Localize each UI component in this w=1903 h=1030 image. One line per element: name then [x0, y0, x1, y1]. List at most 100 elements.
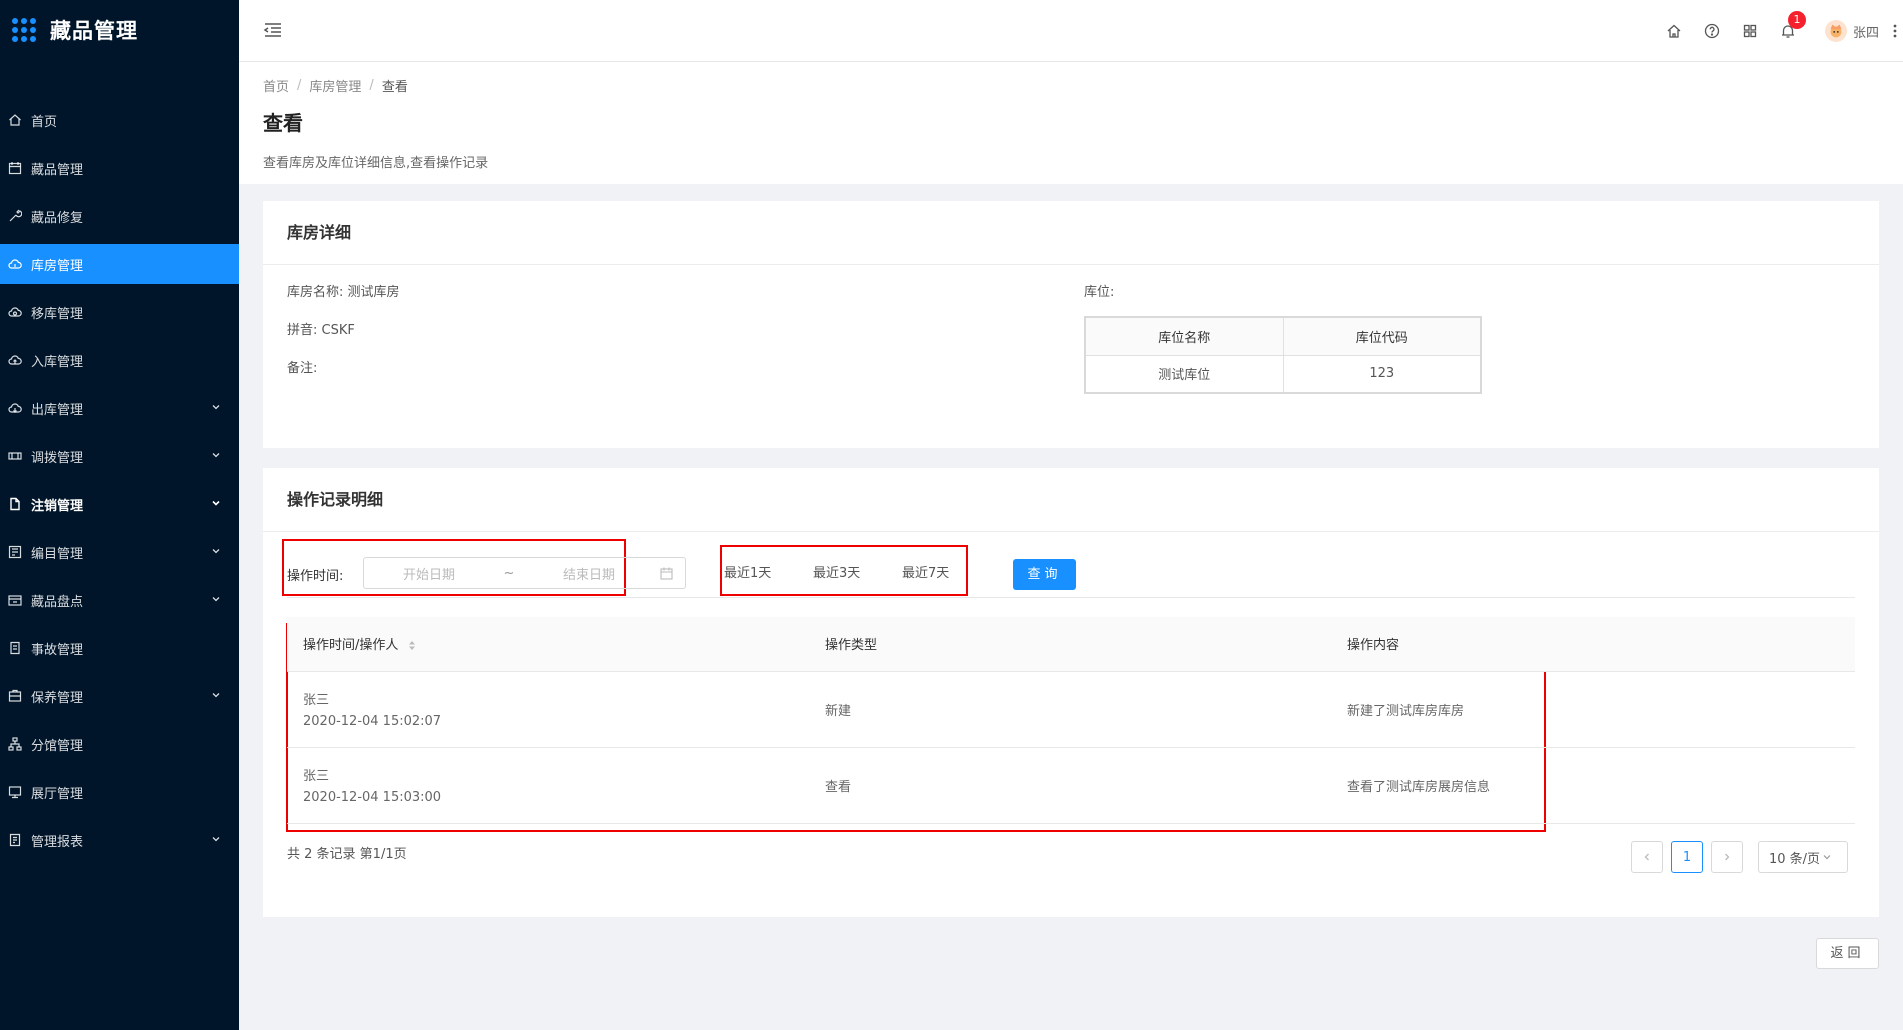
- filter-label: 操作时间:: [287, 569, 344, 584]
- breadcrumb-separator: /: [297, 78, 302, 93]
- sort-icon[interactable]: [408, 640, 416, 651]
- sidebar-item-inventory[interactable]: 藏品盘点: [0, 580, 239, 620]
- app-title: 藏品管理: [50, 19, 138, 43]
- more-vertical-icon[interactable]: [1893, 23, 1897, 39]
- field-label: 库房名称:: [287, 285, 344, 300]
- table-row: 张三 2020-12-04 15:02:07 新建 新建了测试库房库房: [287, 671, 1855, 748]
- warehouse-name-row: 库房名称: 测试库房: [287, 281, 400, 319]
- sidebar-item-inbound[interactable]: 入库管理: [0, 340, 239, 380]
- sidebar-item-label: 编目管理: [31, 546, 84, 562]
- chevron-right-icon: [1725, 853, 1730, 861]
- sidebar-item-outbound[interactable]: 出库管理: [0, 388, 239, 428]
- bell-icon[interactable]: 1: [1780, 11, 1806, 39]
- calendar-icon: [8, 161, 22, 175]
- sidebar-item-cancel[interactable]: 注销管理: [0, 484, 239, 524]
- date-range-picker[interactable]: 开始日期 ~ 结束日期: [363, 557, 686, 589]
- range-separator: ~: [503, 565, 515, 581]
- apps-icon[interactable]: [1742, 23, 1758, 39]
- header-actions: 1 张四: [1655, 0, 1903, 62]
- sidebar-item-maintenance[interactable]: 保养管理: [0, 676, 239, 716]
- prev-page-button[interactable]: [1631, 841, 1663, 873]
- sidebar-item-report[interactable]: 管理报表: [0, 820, 239, 860]
- chevron-down-icon: [212, 405, 220, 410]
- location-label: 库位:: [1084, 285, 1115, 300]
- cloud-download-icon: [8, 401, 22, 415]
- page-1-button[interactable]: 1: [1671, 841, 1703, 873]
- table-row: 张三 2020-12-04 15:03:00 查看 查看了测试库房展房信息: [287, 747, 1855, 824]
- operator-name: 张三: [303, 769, 330, 784]
- notification-badge: 1: [1787, 11, 1806, 29]
- column-header-time[interactable]: 操作时间/操作人: [287, 617, 809, 672]
- sidebar: 藏品管理 首页 藏品管理 藏品修复 库房管理 移库管理 入库管理 出库管理 调拨…: [0, 0, 239, 1030]
- sidebar-item-label: 管理报表: [31, 834, 84, 850]
- end-date-input[interactable]: 结束日期: [524, 564, 654, 583]
- field-label: 备注:: [287, 361, 318, 376]
- report-icon: [8, 833, 22, 847]
- sidebar-item-label: 库房管理: [31, 258, 84, 274]
- warehouse-detail-card: 库房详细 库房名称: 测试库房 拼音: CSKF 备注: 库位: 库位名称 库位…: [263, 201, 1879, 448]
- sidebar-item-label: 调拨管理: [31, 450, 84, 466]
- sidebar-item-branch[interactable]: 分馆管理: [0, 724, 239, 764]
- accident-icon: [8, 641, 22, 655]
- chevron-down-icon: [212, 597, 220, 602]
- location-info: 库位: 库位名称 库位代码 测试库位 123: [1084, 281, 1482, 394]
- pagination-total: 共 2 条记录 第1/1页: [287, 847, 407, 862]
- sidebar-item-catalog[interactable]: 编目管理: [0, 532, 239, 572]
- help-icon[interactable]: [1704, 23, 1720, 39]
- page-size-select[interactable]: 10 条/页: [1758, 841, 1848, 873]
- back-button[interactable]: 返回: [1816, 938, 1879, 969]
- sidebar-item-label: 移库管理: [31, 306, 84, 322]
- chevron-down-icon: [212, 500, 220, 506]
- operation-records-card: 操作记录明细 操作时间: 开始日期 ~ 结束日期 最近1天 最近3天 最近7天 …: [263, 468, 1879, 917]
- sidebar-item-collection[interactable]: 藏品管理: [0, 148, 239, 188]
- sidebar-item-accident[interactable]: 事故管理: [0, 628, 239, 668]
- maintenance-icon: [8, 689, 22, 703]
- operation-content-cell: 查看了测试库房展房信息: [1331, 747, 1855, 824]
- chevron-down-icon: [212, 453, 220, 458]
- sidebar-item-home[interactable]: 首页: [0, 100, 239, 140]
- sidebar-item-hall[interactable]: 展厅管理: [0, 772, 239, 812]
- sidebar-item-move[interactable]: 移库管理: [0, 292, 239, 332]
- start-date-input[interactable]: 开始日期: [364, 564, 494, 583]
- quick-range-7-days[interactable]: 最近7天: [902, 562, 949, 581]
- warehouse-info: 库房名称: 测试库房 拼音: CSKF 备注:: [287, 281, 400, 395]
- breadcrumb-separator: /: [369, 78, 374, 93]
- operation-content-cell: 新建了测试库房库房: [1331, 671, 1855, 748]
- location-name-cell: 测试库位: [1084, 354, 1284, 394]
- avatar[interactable]: [1824, 20, 1847, 42]
- sidebar-item-warehouse[interactable]: 库房管理: [0, 244, 239, 284]
- query-button[interactable]: 查询: [1013, 559, 1076, 590]
- location-code-cell: 123: [1282, 354, 1482, 394]
- location-table: 库位名称 库位代码 测试库位 123: [1084, 316, 1482, 394]
- field-label: 拼音:: [287, 323, 318, 338]
- quick-range-1-day[interactable]: 最近1天: [724, 562, 771, 581]
- next-page-button[interactable]: [1711, 841, 1743, 873]
- home-icon[interactable]: [1666, 23, 1682, 39]
- chevron-down-icon: [212, 549, 220, 554]
- file-icon: [8, 497, 22, 511]
- app-logo[interactable]: 藏品管理: [0, 0, 239, 60]
- breadcrumb-current: 查看: [381, 80, 408, 95]
- page-title: 查看: [263, 111, 303, 135]
- sidebar-item-transfer[interactable]: 调拨管理: [0, 436, 239, 476]
- sidebar-item-label: 出库管理: [31, 402, 84, 418]
- sidebar-item-label: 入库管理: [31, 354, 84, 370]
- warehouse-name: 测试库房: [347, 285, 400, 300]
- breadcrumb-warehouse[interactable]: 库房管理: [309, 76, 361, 95]
- calendar-icon: [660, 567, 673, 580]
- username[interactable]: 张四: [1853, 22, 1879, 41]
- sidebar-item-label: 藏品修复: [31, 210, 84, 226]
- menu-fold-icon[interactable]: [263, 20, 283, 40]
- sidebar-menu: 首页 藏品管理 藏品修复 库房管理 移库管理 入库管理 出库管理 调拨管理 注销…: [0, 100, 239, 860]
- quick-range-3-days[interactable]: 最近3天: [813, 562, 860, 581]
- wrench-icon: [8, 209, 22, 223]
- breadcrumb-home[interactable]: 首页: [263, 76, 289, 95]
- sidebar-item-repair[interactable]: 藏品修复: [0, 196, 239, 236]
- apps-grid-icon: [12, 18, 36, 42]
- breadcrumb: 首页 / 库房管理 / 查看: [263, 76, 1879, 95]
- operation-time: 2020-12-04 15:03:00: [303, 790, 442, 805]
- warehouse-pinyin-row: 拼音: CSKF: [287, 319, 400, 357]
- sidebar-item-label: 注销管理: [31, 498, 84, 514]
- column-header: 库位名称: [1084, 316, 1284, 356]
- column-header-content: 操作内容: [1331, 617, 1855, 672]
